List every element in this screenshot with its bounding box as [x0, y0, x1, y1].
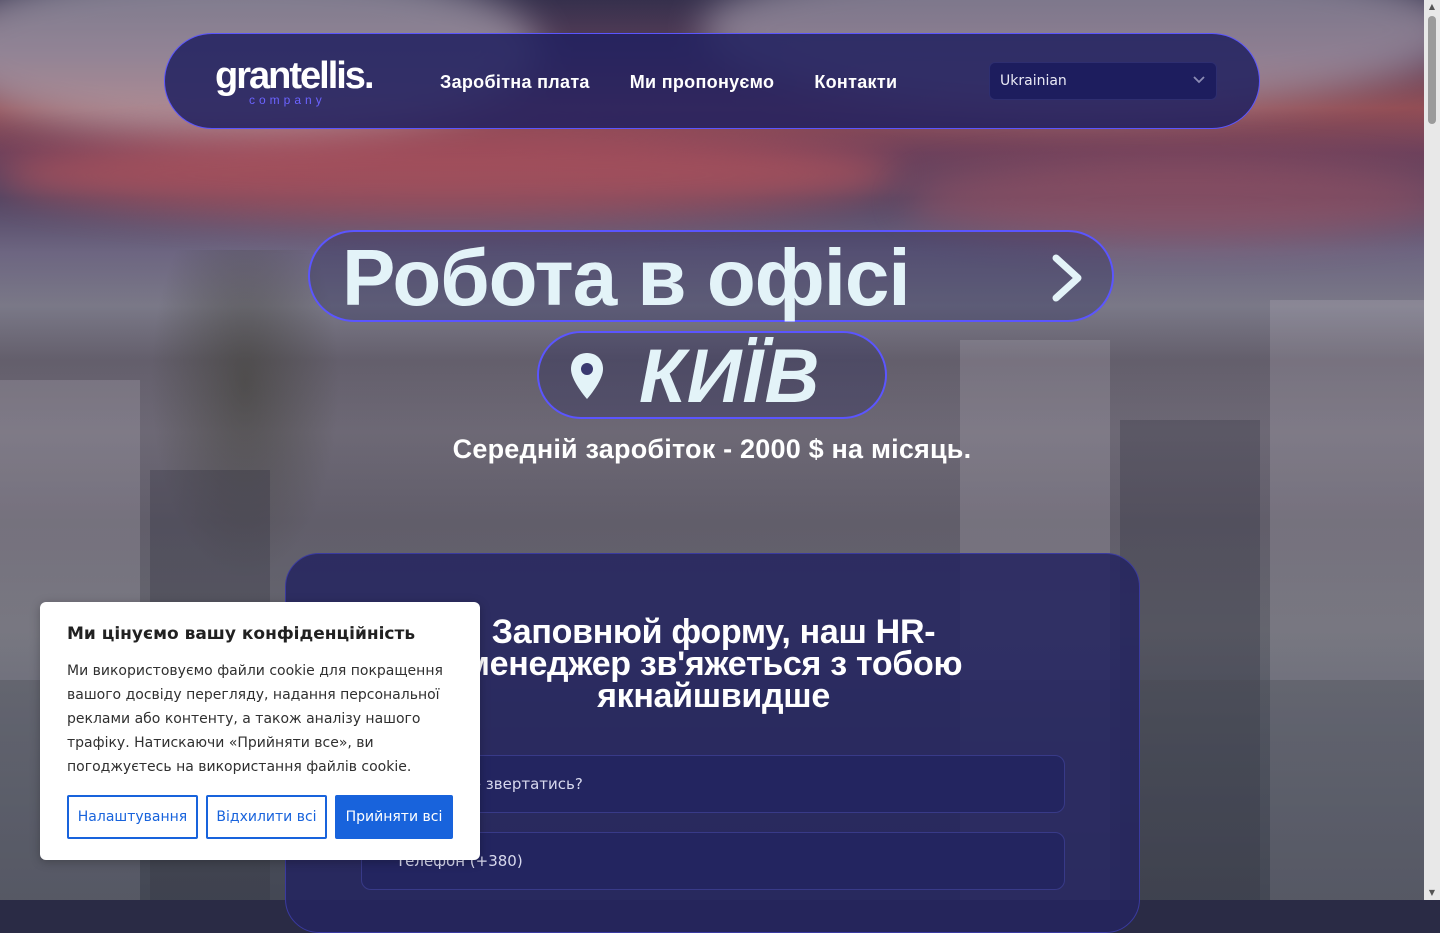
logo-dot: . — [363, 55, 374, 97]
language-selected: Ukrainian — [1000, 73, 1067, 89]
page-scrollbar[interactable]: ▲ ▼ — [1424, 0, 1440, 900]
hero-city-pill: КИЇВ — [537, 331, 887, 419]
cookie-accept-button[interactable]: Прийняти всі — [335, 795, 453, 839]
site-header: grantellis. company Заробітна плата Ми п… — [164, 33, 1260, 129]
map-pin-icon — [571, 353, 603, 399]
nav-salary[interactable]: Заробітна плата — [440, 72, 590, 93]
cookie-text: Ми використовуємо файли cookie для покра… — [67, 663, 443, 775]
logo-subtitle: company — [249, 93, 326, 107]
logo-word: grantellis — [215, 55, 366, 97]
brand-logo[interactable]: grantellis. company — [215, 55, 374, 107]
hero-salary: Середній заробіток - 2000 $ на місяць. — [452, 434, 972, 464]
cookie-title: Ми цінуємо вашу конфіденційність — [67, 624, 416, 644]
cookie-consent-banner: Ми цінуємо вашу конфіденційність Ми вико… — [40, 602, 480, 860]
scroll-down-icon[interactable]: ▼ — [1424, 886, 1440, 900]
nav-contacts[interactable]: Контакти — [814, 72, 897, 93]
hero-title-pill[interactable]: Робота в офісі — [308, 230, 1114, 322]
nav-offer[interactable]: Ми пропонуємо — [630, 72, 775, 93]
chevron-right-icon — [1052, 254, 1082, 302]
chevron-down-icon — [1193, 76, 1205, 84]
language-select[interactable]: Ukrainian — [989, 62, 1217, 100]
cookie-reject-button[interactable]: Відхилити всі — [206, 795, 327, 839]
main-nav: Заробітна плата Ми пропонуємо Контакти — [440, 72, 897, 93]
scrollbar-thumb[interactable] — [1428, 16, 1436, 124]
cookie-settings-button[interactable]: Налаштування — [67, 795, 198, 839]
scroll-up-icon[interactable]: ▲ — [1424, 0, 1440, 14]
hero-city: КИЇВ — [639, 334, 821, 419]
hero-title: Робота в офісі — [342, 233, 911, 322]
